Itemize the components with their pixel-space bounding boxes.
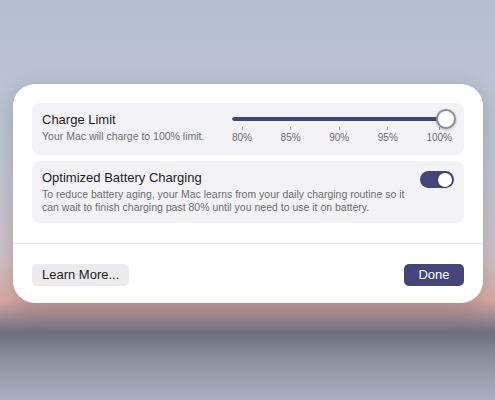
- tick-label: 95%: [378, 132, 398, 144]
- slider-fill: [232, 117, 446, 121]
- settings-list: Charge Limit Your Mac will charge to 100%…: [13, 84, 483, 243]
- charge-limit-slider[interactable]: 80% 85% 90% 95% 100%: [232, 112, 454, 144]
- battery-dialog: Charge Limit Your Mac will charge to 100%…: [13, 84, 483, 303]
- slider-ticks: 80% 85% 90% 95% 100%: [232, 127, 454, 144]
- optimized-charging-switch[interactable]: [420, 171, 454, 188]
- slider-tick: 100%: [426, 127, 452, 144]
- learn-more-button[interactable]: Learn More...: [32, 264, 129, 286]
- tick-mark: [387, 127, 388, 130]
- charge-limit-row: Charge Limit Your Mac will charge to 100%…: [32, 103, 464, 155]
- tick-mark: [290, 127, 291, 130]
- slider-track[interactable]: [232, 117, 446, 121]
- optimized-charging-description: To reduce battery aging, your Mac learns…: [42, 188, 408, 214]
- tick-label: 85%: [281, 132, 301, 144]
- slider-tick: 95%: [378, 127, 398, 144]
- optimized-charging-text: Optimized Battery Charging To reduce batt…: [42, 170, 408, 214]
- done-button[interactable]: Done: [404, 264, 464, 286]
- switch-knob: [438, 173, 452, 187]
- dialog-footer: Learn More... Done: [13, 244, 483, 303]
- tick-mark: [242, 127, 243, 130]
- slider-tick: 80%: [232, 127, 252, 144]
- charge-limit-title: Charge Limit: [42, 112, 220, 128]
- slider-tick: 85%: [281, 127, 301, 144]
- tick-mark: [339, 127, 340, 130]
- slider-tick: 90%: [329, 127, 349, 144]
- tick-label: 80%: [232, 132, 252, 144]
- slider-thumb[interactable]: [436, 109, 456, 129]
- charge-limit-text: Charge Limit Your Mac will charge to 100%…: [42, 112, 220, 143]
- tick-label: 90%: [329, 132, 349, 144]
- optimized-charging-row: Optimized Battery Charging To reduce batt…: [32, 161, 464, 223]
- optimized-charging-title: Optimized Battery Charging: [42, 170, 408, 186]
- charge-limit-description: Your Mac will charge to 100% limit.: [42, 130, 220, 143]
- tick-mark: [439, 127, 440, 130]
- desktop-background: Charge Limit Your Mac will charge to 100%…: [0, 0, 495, 400]
- slider-track-wrap[interactable]: [232, 117, 446, 121]
- divider: [13, 243, 483, 244]
- tick-label: 100%: [426, 132, 452, 144]
